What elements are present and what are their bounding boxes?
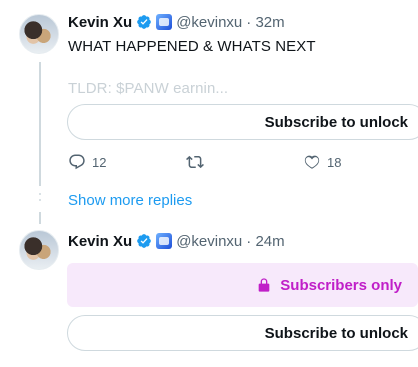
verified-badge-icon [137, 234, 152, 248]
thread-dots [39, 193, 41, 205]
thread-line-lower [39, 212, 41, 224]
heart-icon [304, 155, 320, 169]
reply-count: 12 [92, 154, 107, 170]
author-name[interactable]: Kevin Xu [68, 14, 132, 31]
tweet-text: WHAT HAPPENED & WHATS NEXT [68, 38, 316, 55]
avatar[interactable] [19, 230, 59, 270]
subscribers-only-label: Subscribers only [280, 276, 402, 294]
affiliate-badge-icon[interactable] [156, 14, 173, 30]
tweet-time[interactable]: · 24m [246, 233, 284, 250]
thread-line [39, 62, 41, 186]
retweet-button[interactable] [186, 153, 204, 171]
avatar[interactable] [19, 14, 59, 54]
author-name[interactable]: Kevin Xu [68, 233, 132, 250]
reply-button[interactable]: 12 [68, 153, 106, 171]
subscribe-to-unlock-label: Subscribe to unlock [264, 324, 408, 342]
tweet-time[interactable]: · 32m [246, 14, 284, 31]
lock-icon [258, 278, 270, 292]
like-count: 18 [327, 154, 342, 170]
tweet-preview-text: TLDR: $PANW earnin... [68, 80, 229, 97]
author-handle[interactable]: @kevinxu [176, 233, 242, 250]
affiliate-badge-icon[interactable] [156, 233, 173, 249]
subscribers-only-banner: Subscribers only [67, 263, 418, 307]
retweet-icon [186, 155, 204, 169]
verified-badge-icon [137, 15, 152, 29]
subscribe-to-unlock-button[interactable]: Subscribe to unlock [67, 104, 418, 140]
subscribe-to-unlock-button[interactable]: Subscribe to unlock [67, 315, 418, 351]
show-more-replies-link[interactable]: Show more replies [68, 192, 192, 209]
tweet-header: Kevin Xu @kevinxu · 24m [68, 231, 285, 251]
like-button[interactable]: 18 [303, 153, 341, 171]
tweet-header: Kevin Xu @kevinxu · 32m [68, 12, 285, 32]
subscribe-to-unlock-label: Subscribe to unlock [264, 113, 408, 131]
author-handle[interactable]: @kevinxu [176, 14, 242, 31]
reply-icon [69, 154, 85, 170]
